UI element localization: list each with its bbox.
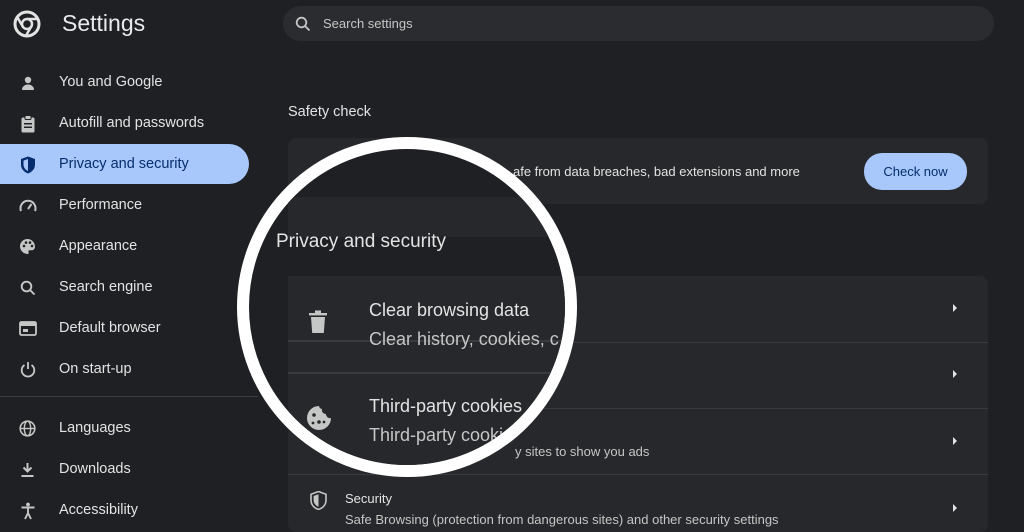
shield-icon [18, 155, 37, 174]
safety-check-title: Safety check [288, 104, 372, 120]
sidebar-item-on-start-up[interactable]: On start-up [0, 349, 249, 389]
sidebar-item-accessibility[interactable]: Accessibility [0, 490, 249, 530]
chevron-right-icon [953, 370, 957, 378]
clipboard-icon [18, 114, 37, 133]
cookie-icon [307, 406, 331, 430]
chevron-right-icon [953, 437, 957, 445]
check-now-button[interactable]: Check now [864, 153, 967, 190]
search-input[interactable] [321, 15, 921, 32]
security-row-subtitle: Safe Browsing (protection from dangerous… [345, 512, 779, 527]
chrome-logo-icon [13, 10, 41, 38]
row-divider [288, 372, 565, 374]
security-shield-icon [310, 491, 327, 510]
sidebar-item-label: Privacy and security [59, 156, 189, 172]
sidebar-item-appearance[interactable]: Appearance [0, 226, 249, 266]
sidebar-item-label: Performance [59, 197, 143, 213]
power-icon [18, 360, 37, 379]
palette-icon [18, 237, 37, 256]
chevron-right-icon [953, 504, 957, 512]
sidebar-item-label: Downloads [59, 461, 131, 477]
sidebar-item-label: On start-up [59, 361, 132, 377]
sidebar-item-label: Accessibility [59, 502, 138, 518]
sidebar-item-performance[interactable]: Performance [0, 185, 249, 225]
sidebar-item-label: Appearance [59, 238, 138, 254]
sidebar-item-label: Default browser [59, 320, 161, 336]
security-row-title: Security [345, 491, 392, 506]
sidebar-item-languages[interactable]: Languages [0, 408, 249, 448]
search-icon [18, 278, 37, 297]
sidebar-item-autofill[interactable]: Autofill and passwords [0, 103, 249, 143]
clear-browsing-subtitle: Clear history, cookies, c [369, 329, 559, 349]
privacy-section-title: Privacy and security [276, 231, 447, 252]
search-bar[interactable] [283, 6, 994, 41]
third-party-cookies-subtitle: Third-party cooki [369, 425, 504, 445]
clear-browsing-title: Clear browsing data [369, 300, 530, 320]
person-icon [18, 73, 37, 92]
sidebar-item-label: You and Google [59, 74, 163, 90]
sidebar-item-privacy[interactable]: Privacy and security [0, 144, 249, 184]
third-party-cookies-title: Third-party cookies [369, 396, 523, 416]
search-icon [295, 16, 311, 31]
magnified-privacy-card: Clear browsing data Clear history, cooki… [288, 276, 565, 465]
download-icon [18, 460, 37, 479]
sidebar-item-label: Languages [59, 420, 131, 436]
sidebar-item-default-browser[interactable]: Default browser [0, 308, 249, 348]
accessibility-icon [18, 501, 37, 520]
browser-window-icon [18, 319, 37, 338]
sidebar-item-you-and-google[interactable]: You and Google [0, 62, 249, 102]
app-title: Settings [62, 10, 146, 36]
globe-icon [18, 419, 37, 438]
sidebar-item-label: Autofill and passwords [59, 115, 205, 131]
sidebar-divider [0, 396, 258, 397]
sidebar-item-label: Search engine [59, 279, 153, 295]
trash-icon [309, 310, 327, 333]
magnifier-overlay: Privacy and security Clear browsing data… [237, 137, 577, 477]
speedometer-icon [18, 196, 37, 215]
sidebar-item-search-engine[interactable]: Search engine [0, 267, 249, 307]
sidebar-item-downloads[interactable]: Downloads [0, 449, 249, 489]
safety-check-description: afe from data breaches, bad extensions a… [513, 164, 800, 179]
